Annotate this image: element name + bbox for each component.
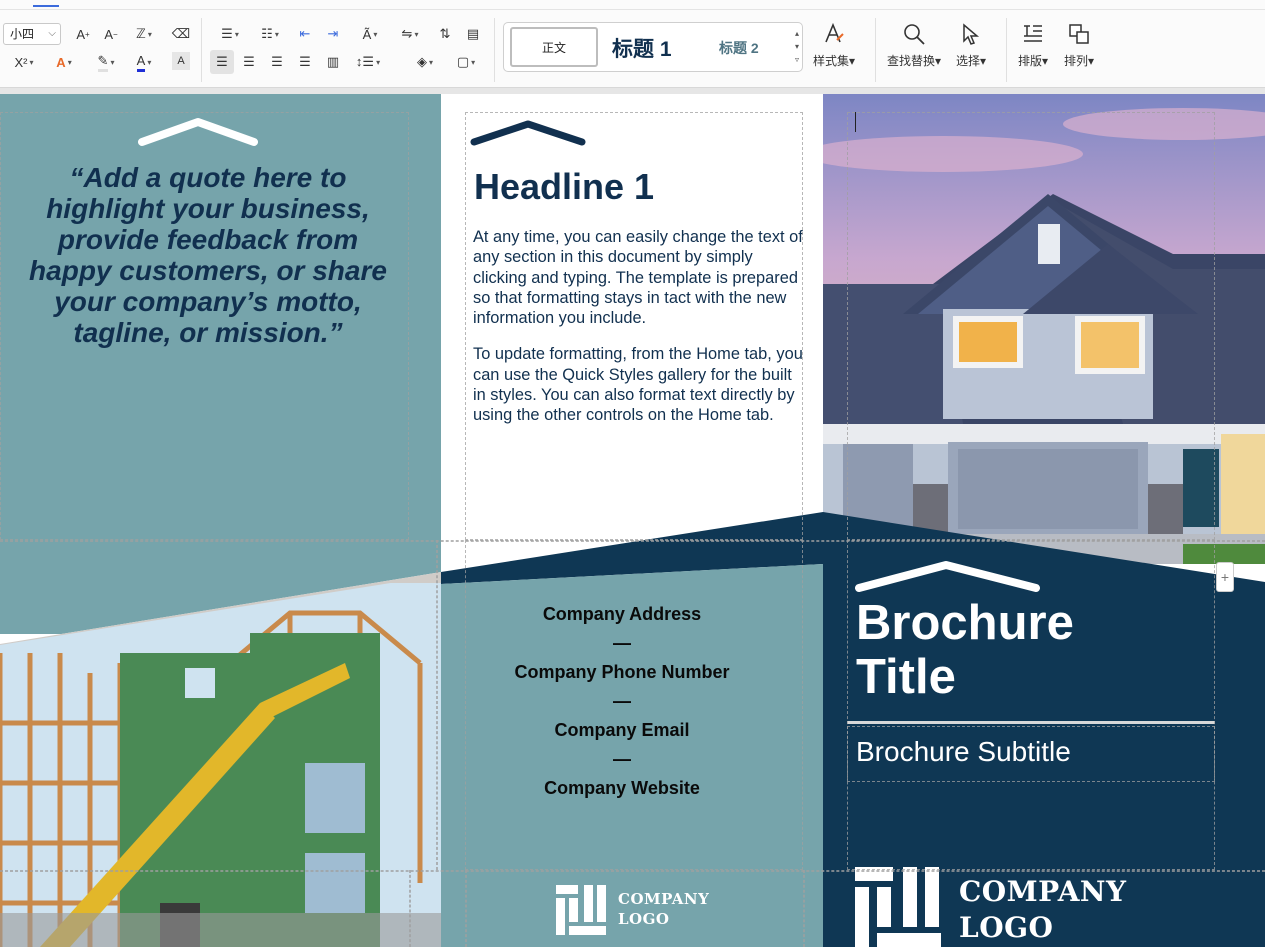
decrease-font-button[interactable]: A − [100, 22, 122, 46]
decrease-indent-button[interactable]: ⇤ [294, 22, 316, 46]
divider-dash: — [613, 749, 631, 769]
layout-button[interactable]: 排版▾ [1018, 22, 1048, 69]
highlighter-icon: ✎ [97, 53, 109, 72]
shading-button[interactable]: ◈ ▾ [408, 50, 442, 74]
style-gallery: 正文 标题 1 标题 2 ▴ ▾ ▿ [503, 22, 803, 72]
justify-icon: ☰ [299, 54, 311, 69]
chevron-decoration-icon [855, 561, 1040, 592]
text-effect-icon: A [56, 54, 66, 70]
align-left-button[interactable]: ☰ [210, 50, 234, 74]
font-color-icon: A [136, 53, 146, 72]
layout-icon [1024, 25, 1043, 42]
find-replace-button[interactable]: 查找替换▾ [887, 22, 941, 69]
brochure-title[interactable]: Brochure Title [856, 596, 1074, 704]
style-set-button[interactable]: 样式集▾ [813, 22, 855, 69]
company-logo-text-big[interactable]: COMPANY LOGO [959, 874, 1127, 946]
divider-dash: — [613, 633, 631, 653]
sort-icon: ⇅ [439, 26, 451, 41]
text-cursor [855, 112, 856, 132]
contact-block: Company Address — Company Phone Number —… [441, 604, 803, 799]
company-address[interactable]: Company Address [441, 604, 803, 625]
style-gallery-scroll[interactable]: ▴ ▾ ▿ [795, 27, 799, 66]
select-button[interactable]: 选择▾ [956, 22, 986, 69]
text-effect-button[interactable]: A ▾ [48, 50, 80, 74]
brochure-subtitle[interactable]: Brochure Subtitle [856, 736, 1071, 768]
bullet-list-icon: ☰ [221, 26, 233, 41]
separator [201, 18, 202, 82]
company-website[interactable]: Company Website [441, 778, 803, 799]
align-center-button[interactable]: ☰ [238, 50, 260, 74]
borders-button[interactable]: ▢ ▾ [450, 50, 482, 74]
ribbon-toolbar: 小四 ⌵ A + A − ℤ ▾ ⌫ X² ▾ A ▾ ✎ ▾ A ▾ A ☰ ▾ ☷ ▾ ⇤ ⇥ … [0, 0, 1265, 88]
title-divider [847, 721, 1215, 724]
arrange-button[interactable]: 排列▾ [1064, 22, 1094, 69]
text-direction-button[interactable]: ⇋ ▾ [394, 22, 426, 46]
font-size-select[interactable]: 小四 ⌵ [3, 23, 61, 45]
paragraph-marks-icon: ▤ [466, 26, 480, 41]
distribute-button[interactable]: ▥ [322, 50, 344, 74]
indent-icon: ⇥ [327, 26, 339, 41]
construction-photo[interactable] [0, 583, 441, 947]
add-section-button[interactable]: + [1216, 562, 1234, 592]
style-normal[interactable]: 正文 [510, 27, 598, 67]
separator [494, 18, 495, 82]
company-email[interactable]: Company Email [441, 720, 803, 741]
text-direction-icon: Ã [362, 26, 372, 42]
numbered-list-button[interactable]: ☷ ▾ [254, 22, 286, 46]
search-icon [904, 24, 925, 45]
font-color-button[interactable]: A ▾ [128, 50, 160, 74]
align-right-icon: ☰ [271, 54, 283, 69]
arrange-icon [1069, 24, 1089, 44]
separator [1006, 18, 1007, 82]
increase-font-button[interactable]: A + [72, 22, 94, 46]
phonetic-guide-button[interactable]: ℤ ▾ [128, 22, 160, 46]
eraser-icon: ⌫ [171, 26, 191, 41]
highlight-button[interactable]: ✎ ▾ [90, 50, 122, 74]
cursor-icon [963, 23, 980, 45]
style-set-icon [825, 22, 844, 43]
active-tab-indicator [33, 5, 59, 7]
distribute-icon: ▥ [326, 54, 340, 69]
increase-indent-button[interactable]: ⇥ [322, 22, 344, 46]
char-shading-button[interactable]: A [172, 52, 190, 70]
superscript-button[interactable]: X² ▾ [8, 50, 40, 74]
company-phone[interactable]: Company Phone Number [441, 662, 803, 683]
separator [875, 18, 876, 82]
direction-icon: ⇋ [401, 26, 413, 41]
phonetic-icon: ℤ [136, 26, 146, 41]
show-marks-button[interactable]: ▤ [462, 22, 484, 46]
numbered-list-icon: ☷ [261, 26, 273, 41]
company-logo-icon [855, 867, 941, 947]
chinese-layout-button[interactable]: Ã ▾ [354, 22, 386, 46]
align-left-icon: ☰ [216, 54, 228, 69]
divider-dash: — [613, 691, 631, 711]
clear-format-button[interactable]: ⌫ [170, 22, 192, 46]
chevron-down-icon: ⌵ [48, 28, 56, 39]
style-heading-1[interactable]: 标题 1 [612, 33, 672, 63]
sort-button[interactable]: ⇅ [434, 22, 456, 46]
outdent-icon: ⇤ [299, 26, 311, 41]
document-page[interactable]: “Add a quote here to highlight your busi… [0, 94, 1265, 947]
line-spacing-button[interactable]: ↕☰ ▾ [352, 50, 384, 74]
style-heading-2[interactable]: 标题 2 [719, 38, 759, 58]
tab-strip [0, 0, 1265, 10]
line-spacing-icon: ↕☰ [355, 54, 375, 69]
border-icon: ▢ [456, 54, 470, 69]
bullet-list-button[interactable]: ☰ ▾ [214, 22, 246, 46]
justify-button[interactable]: ☰ [294, 50, 316, 74]
paint-bucket-icon: ◈ [416, 54, 427, 69]
company-logo-text-small[interactable]: COMPANY LOGO [618, 889, 709, 929]
align-right-button[interactable]: ☰ [266, 50, 288, 74]
align-center-icon: ☰ [243, 54, 255, 69]
company-logo-icon [556, 885, 606, 935]
